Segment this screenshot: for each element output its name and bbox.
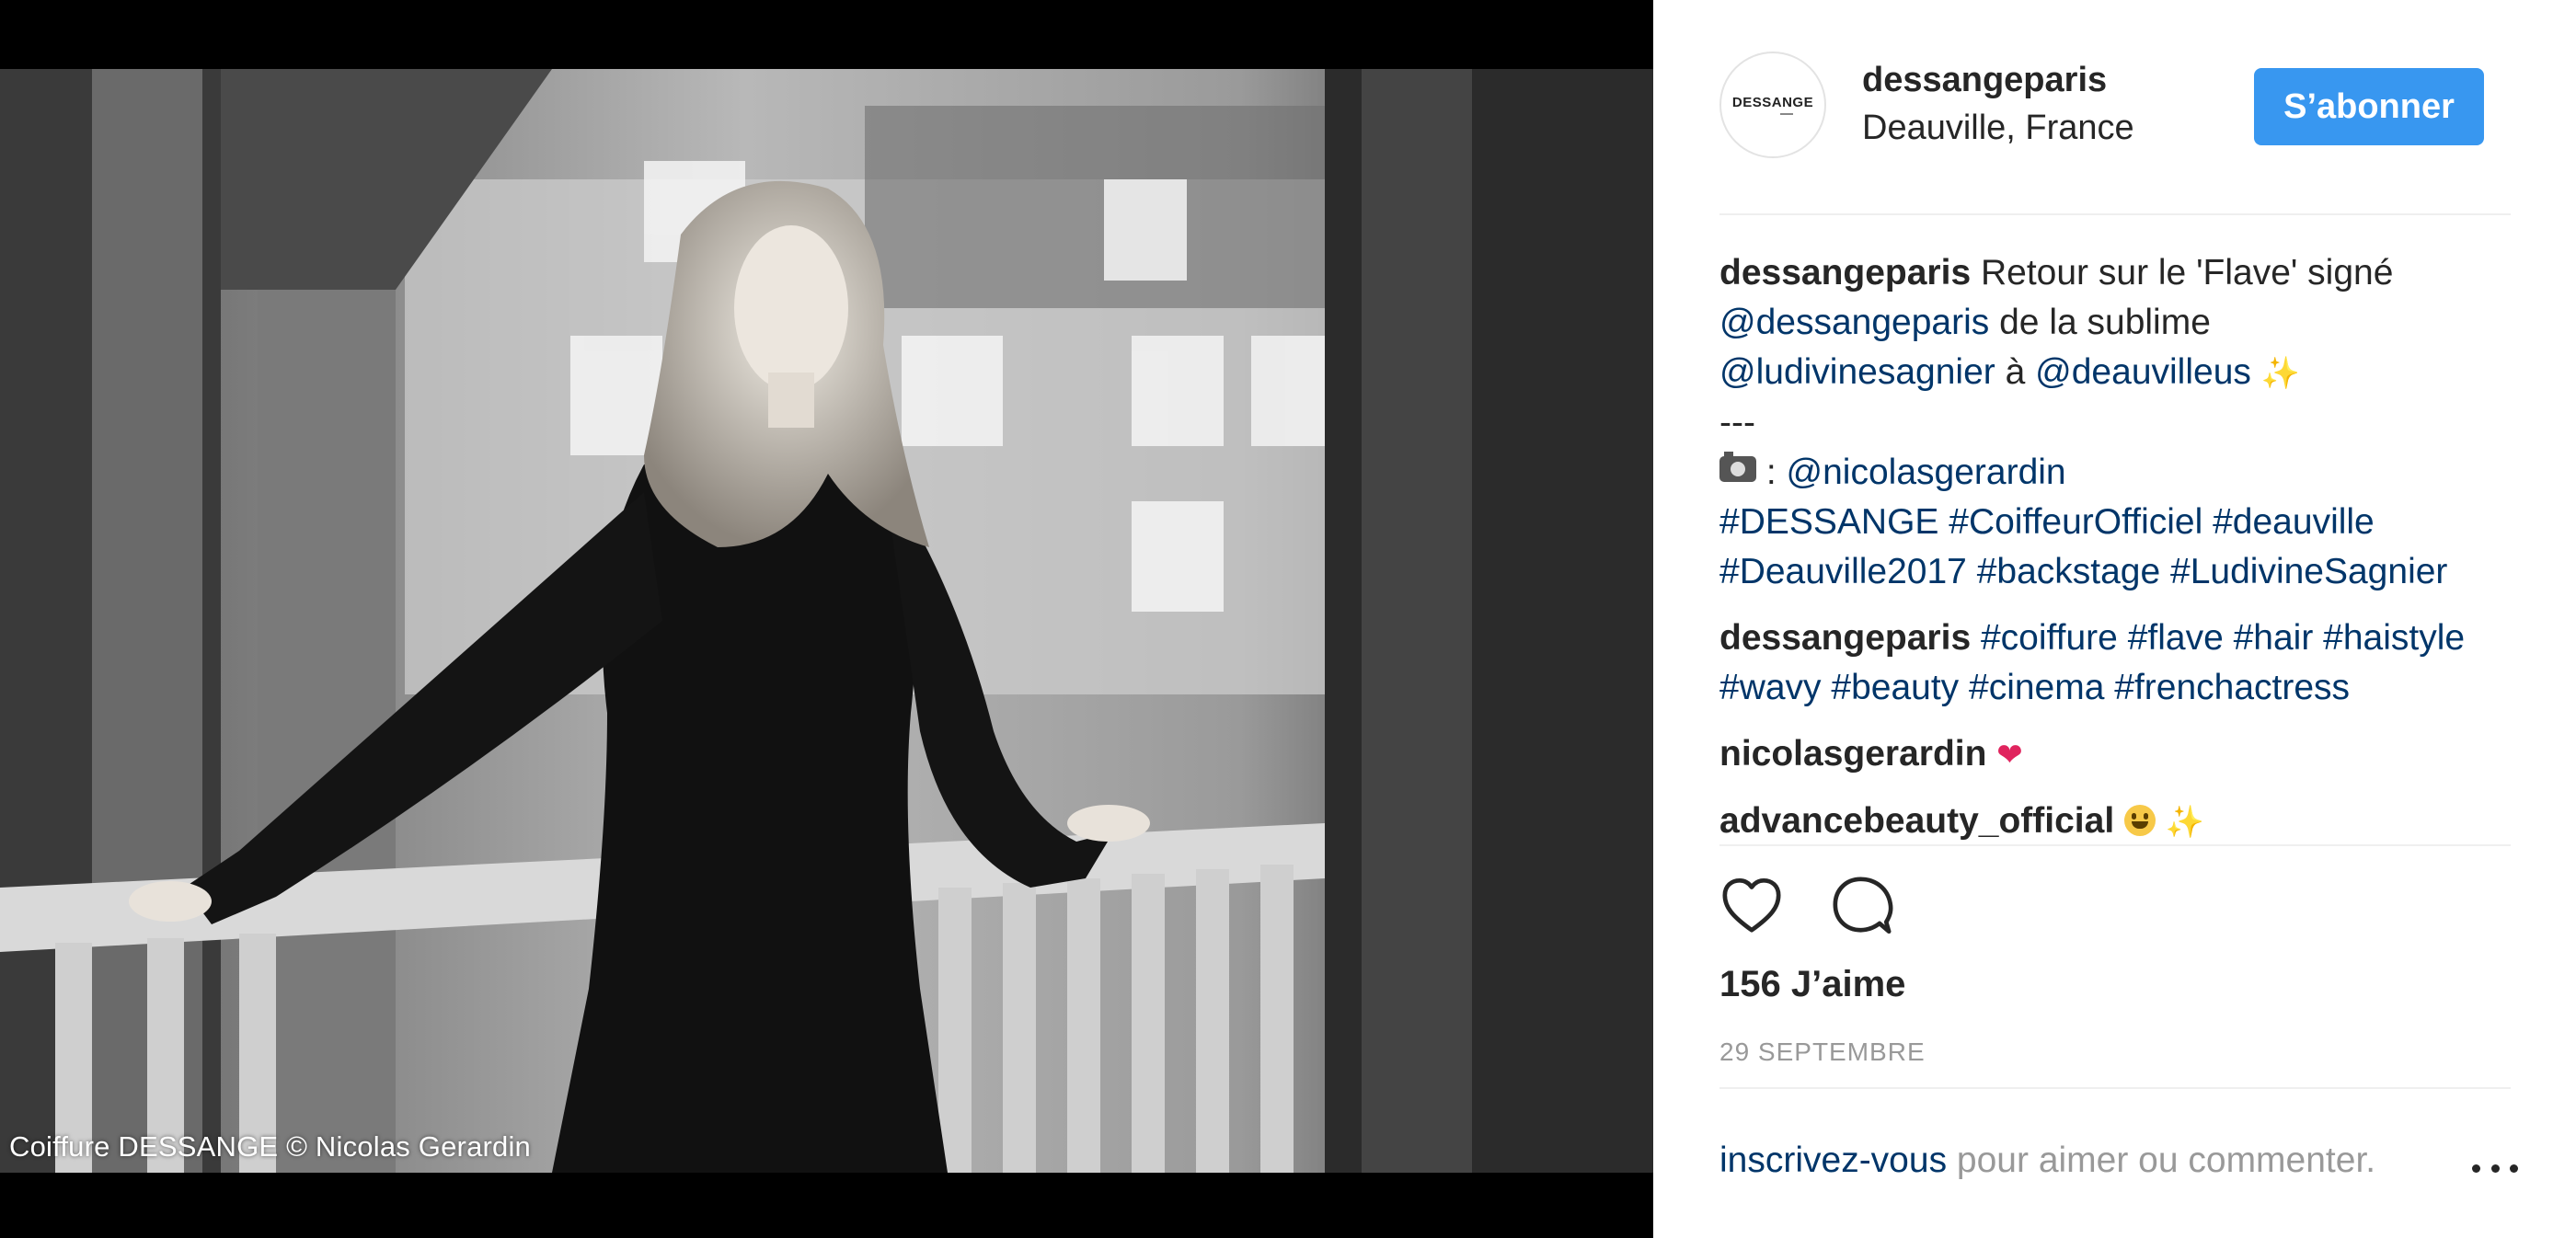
- comments-divider: [1719, 844, 2511, 846]
- comment-author[interactable]: dessangeparis: [1719, 618, 1971, 658]
- photo-illustration: [0, 69, 1653, 1173]
- avatar[interactable]: DESSANGE: [1719, 52, 1826, 158]
- mention-link[interactable]: @nicolasgerardin: [1787, 453, 2066, 492]
- like-button[interactable]: [1719, 874, 1784, 938]
- signup-link[interactable]: inscrivez-vous: [1719, 1141, 1947, 1180]
- login-prompt-text: pour aimer ou commenter.: [1956, 1141, 2376, 1180]
- sparkles-emoji-icon: ✨: [2260, 356, 2301, 391]
- caption-text: :: [1765, 453, 1777, 492]
- grinning-face-emoji-icon: [2124, 805, 2156, 836]
- login-prompt: inscrivez-vous pour aimer ou commenter.: [1719, 1141, 2375, 1181]
- comment-bubble-icon: [1833, 877, 1893, 934]
- header-divider: [1719, 213, 2511, 215]
- comments-list: dessangeparis Retour sur le 'Flave' sign…: [1719, 248, 2511, 842]
- post-photo-area: Coiffure DESSANGE © Nicolas Gerardin: [0, 0, 1653, 1238]
- dot: [2472, 1163, 2480, 1173]
- heart-outline-icon: [1722, 877, 1781, 933]
- camera-emoji-icon: [1719, 452, 1756, 482]
- photo-credit-caption: Coiffure DESSANGE © Nicolas Gerardin: [9, 1130, 532, 1163]
- comment-author[interactable]: dessangeparis: [1719, 253, 1971, 292]
- comment-author[interactable]: advancebeauty_official: [1719, 801, 2114, 841]
- caption-text: de la sublime: [1999, 303, 2211, 342]
- likes-count[interactable]: 156 J’aime: [1719, 964, 1905, 1005]
- comment-author[interactable]: nicolasgerardin: [1719, 734, 1986, 774]
- username-link[interactable]: dessangeparis: [1862, 61, 2107, 100]
- follow-button[interactable]: S’abonner: [2254, 68, 2484, 145]
- comment-button[interactable]: [1830, 874, 1894, 938]
- location-link[interactable]: Deauville, France: [1862, 109, 2134, 148]
- post-photo[interactable]: Coiffure DESSANGE © Nicolas Gerardin: [0, 69, 1653, 1173]
- hashtag-links[interactable]: #DESSANGE #CoiffeurOfficiel #deauville: [1719, 502, 2375, 542]
- mention-link[interactable]: @ludivinesagnier: [1719, 352, 1995, 392]
- comment-item: nicolasgerardin ❤: [1719, 729, 2511, 780]
- comment-item: dessangeparis #coiffure #flave #hair #ha…: [1719, 613, 2511, 713]
- dot: [2490, 1163, 2500, 1173]
- comment-item: advancebeauty_official ✨: [1719, 797, 2511, 842]
- more-options-icon[interactable]: [2472, 1150, 2518, 1186]
- red-heart-emoji-icon: ❤: [1996, 738, 2023, 773]
- footer-divider: [1719, 1087, 2511, 1089]
- sparkles-emoji-icon: ✨: [2165, 805, 2205, 840]
- post-actions: [1719, 874, 1995, 938]
- avatar-logo-mark: [1780, 113, 1793, 115]
- post-side-panel: DESSANGE dessangeparis Deauville, France…: [1653, 0, 2576, 1238]
- caption-text: Retour sur le 'Flave' signé: [1980, 253, 2394, 292]
- hashtag-links[interactable]: #Deauville2017 #backstage #LudivineSagni…: [1719, 552, 2447, 591]
- post-date[interactable]: 29 SEPTEMBRE: [1719, 1037, 1926, 1067]
- avatar-logo-text: DESSANGE: [1731, 95, 1814, 110]
- caption-separator: ---: [1719, 403, 1755, 442]
- caption-comment: dessangeparis Retour sur le 'Flave' sign…: [1719, 248, 2511, 597]
- mention-link[interactable]: @dessangeparis: [1719, 303, 1989, 342]
- dot: [2510, 1163, 2518, 1173]
- caption-text: à: [2005, 352, 2026, 392]
- post-header: DESSANGE dessangeparis Deauville, France…: [1719, 0, 2511, 213]
- mention-link[interactable]: @deauvilleus: [2035, 352, 2251, 392]
